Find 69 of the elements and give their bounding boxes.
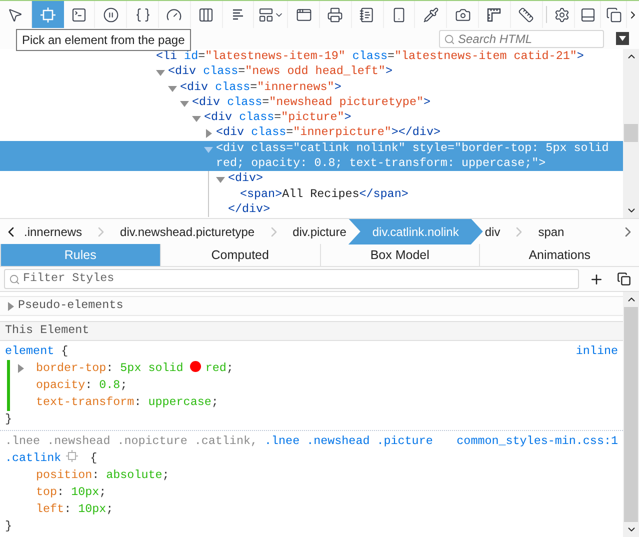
rule-selector: .lnee .newshead .nopicture .catlink, .lnee .newshead .picture .catlink {: [5, 433, 434, 467]
pseudo-elements-header[interactable]: Pseudo-elements: [0, 296, 623, 316]
pointer-icon: [7, 6, 24, 22]
pick-element-icon: [40, 6, 56, 22]
expanded-triangle-icon[interactable]: [180, 98, 189, 108]
markup-node[interactable]: <div class="news odd head_left">: [168, 64, 392, 80]
markup-node[interactable]: <div class="innernews">: [180, 80, 342, 95]
scrollbar[interactable]: [623, 49, 639, 218]
scrollbar-thumb[interactable]: [624, 124, 638, 142]
expanded-triangle-icon[interactable]: [192, 114, 201, 124]
pause-icon: [102, 6, 119, 22]
markup-node[interactable]: <div>: [228, 171, 264, 187]
gauge-icon: [166, 6, 182, 22]
section-header: This Element: [0, 321, 623, 341]
separate-window-icon: [606, 6, 622, 22]
overlapping-squares-icon: [617, 272, 631, 286]
css-declaration[interactable]: opacity: 0.8;: [36, 377, 128, 394]
node-highlighter-icon[interactable]: [66, 450, 78, 462]
plus-icon: [588, 272, 604, 286]
closing-tag: </div>: [228, 202, 270, 218]
rule-selector: element {: [5, 343, 70, 360]
markup-node[interactable]: <div class="picture">: [204, 110, 352, 126]
rule-source-link[interactable]: inline: [576, 343, 618, 360]
corner-ruler-icon: [486, 6, 502, 22]
closing-brace: }: [5, 411, 12, 428]
notepad-icon: [359, 6, 376, 22]
search-box[interactable]: Search HTML: [439, 30, 604, 48]
layout-dropdown-icon: [258, 6, 284, 22]
columns-icon: [198, 6, 214, 22]
breadcrumb-item[interactable]: .innernews: [22, 218, 84, 244]
markup-node[interactable]: <div class="newshead picturetype">: [192, 94, 430, 110]
breadcrumb-item[interactable]: div: [482, 218, 502, 244]
markup-node[interactable]: <div class="innerpicture"></div>: [216, 125, 440, 141]
breadcrumb-item[interactable]: div.newshead.picturetype: [118, 218, 257, 244]
braces-icon: [134, 6, 151, 22]
collapsed-triangle-icon[interactable]: [6, 302, 15, 310]
terminal-icon: [70, 6, 87, 22]
pseudo-elements-label: Pseudo-elements: [18, 297, 124, 314]
down-triangle-icon: [619, 36, 626, 41]
expanded-triangle-icon[interactable]: [168, 84, 177, 93]
printer-icon: [327, 6, 344, 22]
breadcrumb-item[interactable]: div.picture: [290, 218, 348, 244]
search-icon: [9, 274, 20, 284]
dock-bottom-icon: [580, 6, 596, 22]
ruler-icon: [518, 6, 534, 22]
eyedropper-icon: [422, 6, 439, 22]
expanded-triangle-icon[interactable]: [156, 68, 165, 78]
css-declaration[interactable]: text-transform: uppercase;: [36, 394, 218, 411]
scrollbar[interactable]: [623, 292, 639, 537]
css-declaration[interactable]: border-top: 5px solid red;: [36, 360, 234, 377]
markup-node[interactable]: <span>All Recipes</span>: [240, 186, 408, 202]
expanded-triangle-icon[interactable]: [216, 175, 225, 184]
tooltip: Pick an element from the page: [16, 29, 191, 51]
search-icon: [444, 34, 455, 44]
rule-source-link[interactable]: common_styles-min.css:1: [456, 433, 618, 450]
panel-toggle-button[interactable]: [616, 32, 629, 45]
collapsed-triangle-icon[interactable]: [16, 364, 25, 373]
scrollbar-thumb[interactable]: [624, 307, 638, 522]
settings-icon: [554, 6, 570, 22]
css-declaration[interactable]: top: 10px;: [36, 484, 106, 501]
color-swatch[interactable]: [190, 361, 202, 372]
camera-icon: [454, 6, 471, 22]
css-declaration[interactable]: position: absolute;: [36, 467, 170, 484]
window-icon: [296, 6, 312, 22]
closing-brace: }: [5, 518, 12, 535]
search-field[interactable]: Search HTML: [458, 30, 598, 48]
collapsed-triangle-icon[interactable]: [204, 129, 213, 138]
breadcrumb-item[interactable]: span: [536, 218, 566, 244]
css-declaration[interactable]: left: 10px;: [36, 501, 114, 518]
